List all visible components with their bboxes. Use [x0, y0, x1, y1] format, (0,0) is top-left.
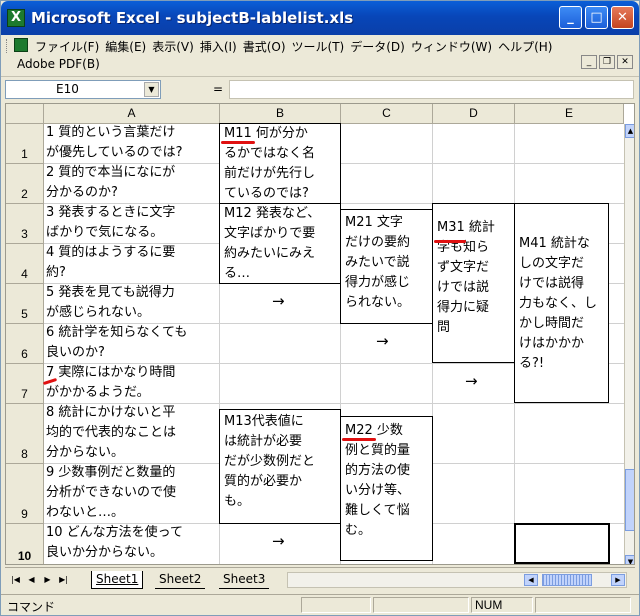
menu-help[interactable]: ヘルプ(H): [498, 38, 552, 55]
status-panel: [301, 597, 371, 613]
name-box[interactable]: E10 ▼: [5, 80, 161, 99]
vertical-scrollbar[interactable]: ▲ ▼: [624, 124, 634, 564]
row-header-6[interactable]: 6: [6, 324, 44, 364]
name-box-dropdown-icon[interactable]: ▼: [144, 82, 159, 97]
title-bar[interactable]: X Microsoft Excel - subjectB-lablelist.x…: [1, 1, 639, 35]
column-header-d[interactable]: D: [433, 104, 515, 124]
column-header-a[interactable]: A: [44, 104, 220, 124]
toolbar-grip[interactable]: [6, 39, 9, 53]
label-box-m12[interactable]: M12 発表など、 文字ばかりで要 約みたいにみえ る…: [219, 203, 341, 284]
formula-input[interactable]: [229, 80, 634, 99]
tab-sheet2[interactable]: Sheet2: [155, 571, 206, 589]
row-header-2[interactable]: 2: [6, 164, 44, 204]
cell-a10[interactable]: 10 どんな方法を使って 良いか分からない。: [46, 523, 183, 563]
cell-a5[interactable]: 5 発表を見ても説得力 が感じられない。: [46, 283, 175, 323]
cell-a6[interactable]: 6 統計学を知らなくても 良いのか?: [46, 323, 187, 363]
menu-insert[interactable]: 挿入(I): [200, 38, 237, 55]
scroll-up-icon[interactable]: ▲: [625, 124, 634, 138]
next-sheet-icon[interactable]: ▶: [41, 573, 54, 587]
arrow-d7: →: [465, 372, 478, 390]
row-header-3[interactable]: 3: [6, 204, 44, 244]
close-button[interactable]: ✕: [611, 6, 634, 29]
label-box-m11[interactable]: M11 何が分か るかではなく名 前だけが先行し ているのでは?: [219, 123, 341, 204]
name-box-value: E10: [56, 82, 79, 96]
menu-tools[interactable]: ツール(T): [292, 38, 345, 55]
row-header-4[interactable]: 4: [6, 244, 44, 284]
excel-window: X Microsoft Excel - subjectB-lablelist.x…: [0, 0, 640, 616]
menu-data[interactable]: データ(D): [350, 38, 405, 55]
first-sheet-icon[interactable]: |◀: [9, 573, 22, 587]
tab-sheet3[interactable]: Sheet3: [219, 571, 270, 589]
label-box-m41[interactable]: M41 統計な しの文字だ けでは説得 力もなく、し かし時間だ けはかかか る?!: [514, 203, 609, 403]
row-header-8[interactable]: 8: [6, 404, 44, 464]
formula-equals-sign: =: [213, 82, 224, 96]
maximize-button[interactable]: □: [585, 6, 608, 29]
cell-a3[interactable]: 3 発表するときに文字 ばかりで気になる。: [46, 203, 175, 243]
tab-sheet1[interactable]: Sheet1: [91, 571, 144, 589]
row-header-1[interactable]: 1: [6, 124, 44, 164]
column-header-c[interactable]: C: [341, 104, 433, 124]
prev-sheet-icon[interactable]: ◀: [25, 573, 38, 587]
status-panel: [535, 597, 631, 613]
row-header-10[interactable]: 10: [6, 524, 44, 564]
worksheet-grid[interactable]: A B C D E 1 2 3 4 5 6 7 8 9 10 1 質的という言葉…: [5, 103, 635, 565]
horizontal-scroll-thumb[interactable]: [542, 574, 592, 586]
formula-bar: E10 ▼ =: [1, 79, 639, 101]
active-cell-e10[interactable]: [514, 523, 610, 564]
excel-app-icon[interactable]: X: [7, 9, 25, 27]
cell-a9[interactable]: 9 少数事例だと数量的 分析ができないので使 わないと…。: [46, 463, 176, 523]
menu-adobe-pdf[interactable]: Adobe PDF(B): [17, 57, 100, 71]
menu-edit[interactable]: 編集(E): [105, 38, 146, 55]
cell-a7[interactable]: 7 実際にはかなり時間 がかかるようだ。: [46, 363, 175, 403]
select-all-corner[interactable]: [6, 104, 44, 124]
menu-window[interactable]: ウィンドウ(W): [411, 38, 492, 55]
workbook-icon[interactable]: [14, 38, 28, 52]
sheet-tab-bar: |◀ ◀ ▶ ▶| Sheet1 Sheet2 Sheet3 ◀ ▶: [5, 567, 635, 592]
cell-a8[interactable]: 8 統計にかけないと平 均的で代表的なことは 分からない。: [46, 403, 176, 463]
scroll-left-icon[interactable]: ◀: [524, 574, 538, 586]
workbook-minimize-button[interactable]: _: [581, 55, 597, 69]
status-num-lock: NUM: [475, 598, 503, 612]
menu-bar: ファイル(F) 編集(E) 表示(V) 挿入(I) 書式(O) ツール(T) デ…: [1, 35, 639, 77]
menu-format[interactable]: 書式(O): [243, 38, 286, 55]
label-box-m21[interactable]: M21 文字 だけの要約 みたいで説 得力が感じ られない。: [340, 209, 433, 324]
workbook-close-button[interactable]: ✕: [617, 55, 633, 69]
red-mark-m11: [221, 141, 255, 144]
arrow-b10: →: [272, 532, 285, 550]
cell-a4[interactable]: 4 質的はようするに要 約?: [46, 243, 175, 283]
status-panel: [373, 597, 469, 613]
workbook-restore-button[interactable]: ❐: [599, 55, 615, 69]
column-header-e[interactable]: E: [515, 104, 624, 124]
scroll-right-icon[interactable]: ▶: [611, 574, 625, 586]
cell-a1[interactable]: 1 質的という言葉だけ が優先しているのでは?: [46, 123, 183, 163]
workbook-window-controls: _ ❐ ✕: [581, 55, 633, 69]
status-mode: コマンド: [7, 600, 56, 614]
label-box-m13[interactable]: M13代表値に は統計が必要 だが少数例だと 質的が必要か も。: [219, 409, 341, 524]
arrow-b5: →: [272, 292, 285, 310]
minimize-button[interactable]: _: [559, 6, 582, 29]
menu-items: ファイル(F) 編集(E) 表示(V) 挿入(I) 書式(O) ツール(T) デ…: [35, 38, 558, 55]
row-header-9[interactable]: 9: [6, 464, 44, 524]
column-header-b[interactable]: B: [220, 104, 341, 124]
cell-a2[interactable]: 2 質的で本当になにが 分かるのか?: [46, 163, 175, 203]
row-header-5[interactable]: 5: [6, 284, 44, 324]
scroll-down-icon[interactable]: ▼: [625, 555, 634, 564]
red-mark-m31: [434, 240, 466, 243]
window-title: Microsoft Excel - subjectB-lablelist.xls: [31, 9, 354, 27]
last-sheet-icon[interactable]: ▶|: [57, 573, 70, 587]
menu-view[interactable]: 表示(V): [152, 38, 194, 55]
menu-file[interactable]: ファイル(F): [35, 38, 99, 55]
red-mark-m22: [342, 438, 376, 441]
arrow-c6: →: [376, 332, 389, 350]
status-bar: コマンド NUM: [1, 594, 639, 615]
label-box-m31[interactable]: M31 統計 学も知ら ず文字だ けでは説 得力に疑問: [432, 203, 515, 363]
row-header-7[interactable]: 7: [6, 364, 44, 404]
vertical-scroll-thumb[interactable]: [625, 469, 634, 531]
horizontal-scrollbar[interactable]: ◀ ▶: [287, 572, 627, 588]
